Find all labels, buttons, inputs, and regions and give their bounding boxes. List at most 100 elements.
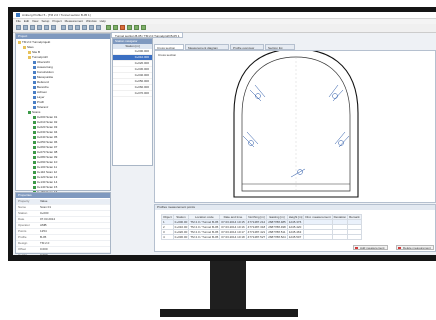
tree-item-label: 0+110 Scan 12 (37, 170, 58, 174)
property-value: 0.000 (40, 253, 48, 255)
profile-icon[interactable] (113, 25, 118, 30)
menu-item-3[interactable]: Setup (41, 19, 49, 23)
new-icon[interactable] (16, 25, 21, 30)
fit-icon[interactable] (96, 25, 101, 30)
view-icon (33, 85, 36, 89)
tree-item-label: Layer (37, 95, 45, 99)
menu-item-4[interactable]: Project (52, 19, 61, 23)
property-row[interactable]: Height 0.000 (16, 253, 110, 255)
view-label: Cross section (158, 53, 177, 57)
property-key: Profile (18, 235, 27, 239)
table-cell: 0+000.00 (172, 219, 190, 225)
settings-icon[interactable] (134, 25, 139, 30)
menu-item-6[interactable]: Window (86, 19, 97, 23)
tree-item-label: 0+040 Scan 05 (37, 135, 58, 139)
property-key: Operator (18, 223, 30, 227)
column-header[interactable]: Height [m] (286, 214, 305, 220)
folder-icon (23, 45, 26, 49)
properties-header-cell: Property (18, 199, 30, 203)
column-header[interactable]: Easting [m] (266, 214, 288, 220)
project-panel-title: Project (16, 34, 110, 39)
undo-icon[interactable] (44, 25, 49, 30)
monitor-stand-foot (160, 309, 298, 317)
property-key: Points (18, 229, 27, 233)
scan-icon (33, 140, 36, 144)
tree-item-label: Messpunkte (37, 75, 54, 79)
copy-icon[interactable] (68, 25, 73, 30)
table-cell (347, 234, 362, 240)
save-icon[interactable] (30, 25, 35, 30)
measurement-marker-upper-left (249, 84, 266, 102)
column-header[interactable]: Object (161, 214, 174, 220)
paste-icon[interactable] (75, 25, 80, 30)
view-icon (33, 95, 36, 99)
tree-item-label: Konstruktion (37, 70, 54, 74)
column-header[interactable]: Date and time (219, 214, 247, 220)
redo-icon[interactable] (51, 25, 56, 30)
table-cell: 4771487.421 (245, 229, 268, 235)
view-icon (33, 70, 36, 74)
tree-item-label: Achsen (37, 90, 48, 94)
tree-item-label: Tunnelprofil (32, 55, 48, 59)
table-cell: 2687788.524 (266, 234, 288, 240)
scan-icon (33, 120, 36, 124)
table-cell: 4771487.212 (245, 219, 268, 225)
delete-measurement-button[interactable]: Delete measurement (396, 245, 434, 250)
property-value: Scan 01 (40, 205, 52, 209)
column-header[interactable]: Dist. measurement (303, 214, 333, 220)
tree-item-label: Scans (32, 110, 41, 114)
tree-item-label: Profil (37, 100, 44, 104)
table-cell: 2687788.498 (266, 224, 288, 230)
column-header[interactable]: Deviation (331, 214, 349, 220)
property-value: 1254 (40, 229, 47, 233)
grid-icon[interactable] (127, 25, 132, 30)
table-cell: 4 (161, 234, 174, 240)
property-key: Station (18, 211, 28, 215)
project-panel: Project TM 2.0 Tunnelprojekt Sites Site BT… (15, 33, 111, 199)
menu-item-1[interactable]: Edit (24, 19, 29, 23)
project-tree: TM 2.0 Tunnelprojekt Sites Site B Tunnelpro… (16, 40, 57, 200)
table-cell: TM 2.0 / Tunnel B-05 (188, 224, 221, 230)
menu-item-0[interactable]: File (16, 19, 21, 23)
tunnel-profile-drawing (233, 48, 359, 198)
property-key: Height (18, 253, 27, 255)
station-row[interactable]: 0+070.000 (113, 91, 152, 97)
scan-icon (33, 145, 36, 149)
print-icon[interactable] (37, 25, 42, 30)
export-icon[interactable] (141, 25, 146, 30)
column-header[interactable]: Northing [m] (245, 214, 268, 220)
tree-item-label: 0+060 Scan 07 (37, 145, 58, 149)
table-cell: TM 2.0 / Tunnel B-05 (188, 219, 221, 225)
cross-section-view[interactable]: Cross section (154, 48, 436, 203)
properties-panel-title: Properties (16, 193, 110, 198)
measurement-marker-upper-right (328, 84, 344, 102)
scan-icon (33, 185, 36, 189)
property-value: 0+000 (40, 211, 49, 215)
tree-item-label: 0+080 Scan 09 (37, 155, 58, 159)
table-cell (331, 234, 349, 240)
open-icon[interactable] (23, 25, 28, 30)
table-cell: 07.03.2014 10:17 (219, 229, 247, 235)
view-icon (33, 90, 36, 94)
table-row[interactable]: 4 0+030.00 TM 2.0 / Tunnel B-05 07.03.2014 … (161, 234, 362, 240)
folder-icon (28, 50, 31, 54)
menu-item-2[interactable]: View (32, 19, 38, 23)
menu-item-7[interactable]: Help (100, 19, 106, 23)
tree-item-label: Site B (32, 50, 41, 54)
add-measurement-button[interactable]: Add measurement (353, 245, 388, 250)
scan-icon (33, 180, 36, 184)
outer-excavation-line (233, 48, 359, 198)
table-cell: 0+010.00 (172, 224, 190, 230)
view-icon (33, 105, 36, 109)
cut-icon[interactable] (61, 25, 66, 30)
scan-icon[interactable] (120, 25, 125, 30)
table-cell: 4771487.318 (245, 224, 268, 230)
column-header[interactable]: Remark (347, 214, 362, 220)
measurement-marker-lower-right (334, 131, 350, 148)
menu-item-5[interactable]: Measurement (65, 19, 83, 23)
tree-item-label: Obersicht (37, 60, 50, 64)
zoom-out-icon[interactable] (89, 25, 94, 30)
measure-icon[interactable] (106, 25, 111, 30)
zoom-in-icon[interactable] (82, 25, 87, 30)
properties-grid: Property Value Name Scan 01 Station 0+000 Date… (16, 199, 110, 255)
